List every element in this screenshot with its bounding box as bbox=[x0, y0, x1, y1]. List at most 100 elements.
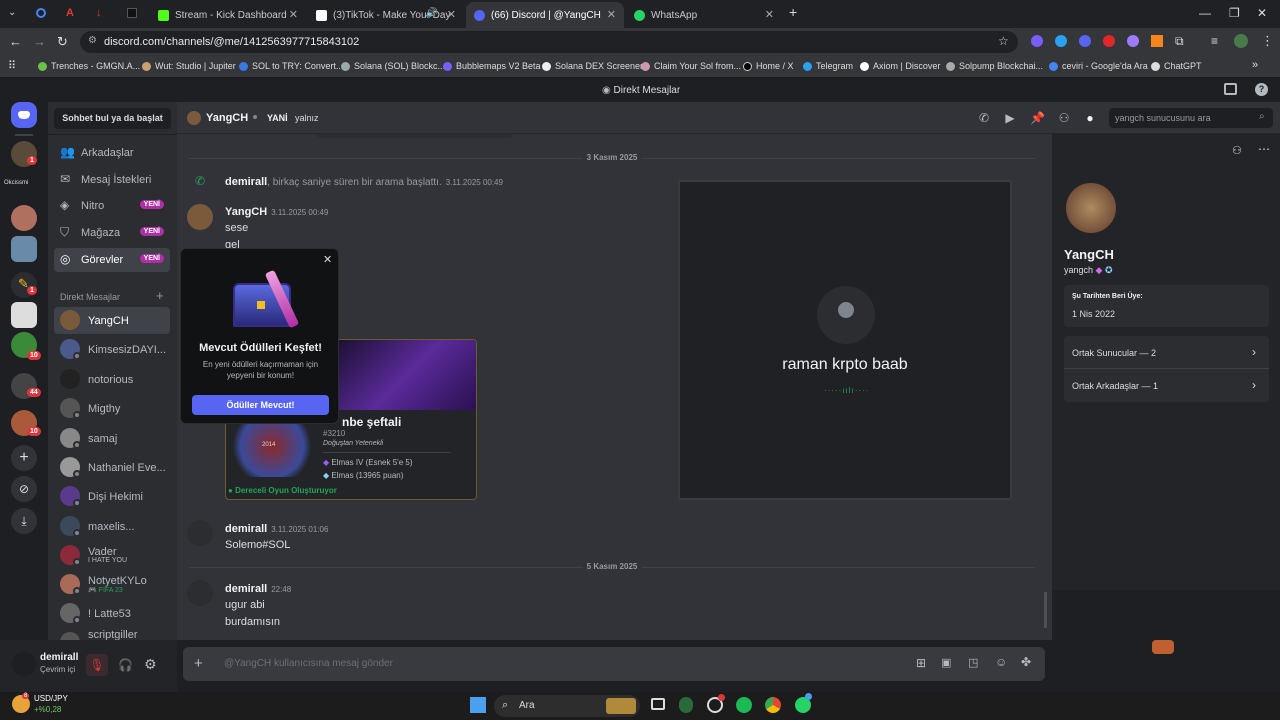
close-icon[interactable]: ✕ bbox=[323, 253, 332, 266]
add-friend-icon[interactable]: ⚇ bbox=[1232, 144, 1242, 157]
close-icon[interactable]: ✕ bbox=[289, 8, 298, 21]
add-server-icon[interactable]: + bbox=[11, 445, 37, 471]
pinned-tab-icon[interactable] bbox=[127, 8, 137, 18]
windows-start-icon[interactable] bbox=[470, 697, 486, 713]
address-bar[interactable]: ⚙ discord.com/channels/@me/1412563977715… bbox=[80, 31, 1018, 53]
dm-item[interactable]: samaj bbox=[54, 425, 170, 452]
mute-mic-icon[interactable]: 🎙 bbox=[86, 654, 108, 676]
forward-icon[interactable]: → bbox=[33, 34, 46, 49]
nav-message-requests[interactable]: ✉ Mesaj İstekleri bbox=[54, 168, 170, 192]
message-author[interactable]: demirall bbox=[225, 523, 267, 535]
message-avatar[interactable] bbox=[187, 204, 213, 230]
taskbar-search[interactable]: ⌕ Ara bbox=[494, 695, 640, 717]
nav-nitro[interactable]: ◈ Nitro YENİ bbox=[54, 194, 170, 218]
minimize-button[interactable]: — bbox=[1199, 6, 1211, 20]
whatsapp-icon[interactable] bbox=[795, 693, 812, 713]
tab-whatsapp[interactable]: WhatsApp ✕ bbox=[626, 2, 782, 28]
message-composer[interactable]: + @YangCH kullanıcısına mesaj gönder ⊞ ▣… bbox=[183, 647, 1045, 681]
extension-icon[interactable] bbox=[1055, 35, 1067, 47]
bookmark[interactable]: Wut: Studio | Jupiter bbox=[142, 61, 236, 71]
help-icon[interactable]: ? bbox=[1255, 83, 1268, 96]
task-view-icon[interactable] bbox=[651, 698, 665, 710]
tab-kick[interactable]: Stream - Kick Dashboard ✕ bbox=[150, 2, 306, 28]
message-author[interactable]: demirall bbox=[225, 583, 267, 595]
bookmark[interactable]: Solpump Blockchai... bbox=[946, 61, 1043, 71]
nav-friends[interactable]: 👥 Arkadaşlar bbox=[54, 141, 170, 165]
server-icon[interactable]: 44 bbox=[11, 373, 41, 399]
star-icon[interactable]: ☆ bbox=[998, 34, 1009, 48]
bookmark[interactable]: Axiom | Discover bbox=[860, 61, 940, 71]
ticker-name[interactable]: USD/JPY bbox=[34, 694, 68, 703]
profile-avatar[interactable] bbox=[1062, 179, 1120, 237]
gift-icon[interactable]: ⊞ bbox=[916, 656, 926, 670]
close-icon[interactable]: ✕ bbox=[447, 8, 456, 21]
more-bookmarks-icon[interactable]: » bbox=[1252, 59, 1258, 71]
chrome-icon[interactable] bbox=[765, 697, 781, 713]
app-icon[interactable] bbox=[679, 697, 693, 713]
nav-shop[interactable]: ⛉ Mağaza YENİ bbox=[54, 221, 170, 245]
more-icon[interactable]: ⋯ bbox=[1258, 142, 1270, 156]
download-apps-icon[interactable]: ⤓ bbox=[11, 508, 37, 534]
pin-icon[interactable]: 📌 bbox=[1030, 111, 1045, 125]
gif-icon[interactable]: ▣ bbox=[941, 656, 951, 669]
tab-discord[interactable]: (66) Discord | @YangCH ✕ bbox=[466, 2, 624, 28]
new-tab-button[interactable]: + bbox=[789, 4, 797, 20]
discord-home-icon[interactable] bbox=[11, 102, 37, 128]
download-icon[interactable]: ↓ bbox=[96, 7, 102, 19]
nav-quests[interactable]: ◎ Görevler YENİ bbox=[54, 248, 170, 272]
extension-icon[interactable] bbox=[1031, 35, 1043, 47]
bookmark[interactable]: ceviri - Google'da Ara bbox=[1049, 61, 1148, 71]
site-info-icon[interactable]: ⚙ bbox=[88, 35, 97, 46]
dm-item[interactable]: NotyetKYLo 🎮 FIFA 23 bbox=[54, 571, 170, 598]
call-tile[interactable]: raman krpto baab ·····ıılı···· bbox=[678, 180, 1012, 500]
user-profile-icon[interactable]: ● bbox=[1083, 111, 1097, 125]
add-friends-icon[interactable]: ⚇ bbox=[1057, 111, 1071, 125]
message-author[interactable]: demirall bbox=[225, 176, 267, 188]
speaker-icon[interactable]: 🔊 bbox=[426, 8, 438, 19]
acrobat-icon[interactable]: A bbox=[66, 7, 74, 19]
close-icon[interactable]: ✕ bbox=[765, 8, 774, 21]
dm-item[interactable]: KimsesizDAYI... bbox=[54, 336, 170, 363]
message-avatar[interactable] bbox=[187, 580, 213, 606]
server-icon[interactable]: ✎ 1 bbox=[11, 272, 37, 298]
header-username[interactable]: YangCH bbox=[206, 112, 248, 124]
reload-icon[interactable]: ↻ bbox=[57, 34, 68, 50]
bookmark[interactable]: Trenches - GMGN.A... bbox=[38, 61, 140, 71]
obs-icon[interactable] bbox=[707, 694, 725, 713]
extension-icon[interactable] bbox=[1103, 35, 1115, 47]
voice-call-icon[interactable]: ✆ bbox=[977, 111, 991, 125]
apps-icon[interactable]: ✤ bbox=[1021, 655, 1031, 669]
media-icon[interactable]: ≡ bbox=[1211, 34, 1218, 48]
attach-plus-icon[interactable]: + bbox=[194, 655, 203, 672]
dm-item[interactable]: Vader I HATE YOU bbox=[54, 542, 170, 569]
dm-item[interactable]: Nathaniel Eve... bbox=[54, 454, 170, 481]
emoji-icon[interactable]: ☺ bbox=[995, 655, 1007, 669]
user-avatar[interactable] bbox=[12, 652, 36, 676]
inbox-icon[interactable] bbox=[1224, 83, 1237, 95]
message-author[interactable]: YangCH bbox=[225, 206, 267, 218]
server-icon[interactable]: 10 bbox=[11, 332, 41, 360]
close-window-button[interactable]: ✕ bbox=[1257, 6, 1267, 20]
tab-tiktok[interactable]: (3)TikTok - Make Your Day 🔊 ✕ bbox=[308, 2, 464, 28]
create-dm-icon[interactable]: + bbox=[156, 288, 164, 303]
bookmark[interactable]: SOL to TRY: Convert... bbox=[239, 61, 343, 71]
bookmark[interactable]: Solana DEX Screener bbox=[542, 61, 643, 71]
discover-icon[interactable]: ⊘ bbox=[11, 476, 37, 502]
dm-item[interactable]: maxelis... bbox=[54, 513, 170, 540]
spotify-icon[interactable] bbox=[736, 697, 752, 713]
dm-item[interactable]: ! Latte53 bbox=[54, 600, 170, 627]
search-input[interactable]: yangch sunucusunu ara ⌕ bbox=[1109, 108, 1273, 128]
user-name[interactable]: demirall bbox=[40, 652, 78, 663]
bookmark[interactable]: Bubblemaps V2 Beta bbox=[443, 61, 541, 71]
settings-gear-icon[interactable]: ⚙ bbox=[144, 656, 157, 673]
headphones-icon[interactable]: 🎧 bbox=[118, 658, 133, 672]
bookmark[interactable]: Home / X bbox=[743, 61, 794, 71]
puzzle-icon[interactable]: ⧉ bbox=[1175, 34, 1184, 49]
mutual-servers-row[interactable]: Ortak Sunucular — 2 › bbox=[1064, 336, 1269, 369]
dm-item[interactable]: scriptgiller bbox=[54, 629, 170, 640]
extension-icon[interactable] bbox=[1079, 35, 1091, 47]
menu-icon[interactable]: ⋮ bbox=[1261, 33, 1274, 49]
server-icon[interactable] bbox=[11, 205, 37, 231]
tab-list-icon[interactable]: ⌄ bbox=[8, 7, 16, 18]
dm-item-yangch[interactable]: YangCH bbox=[54, 307, 170, 334]
